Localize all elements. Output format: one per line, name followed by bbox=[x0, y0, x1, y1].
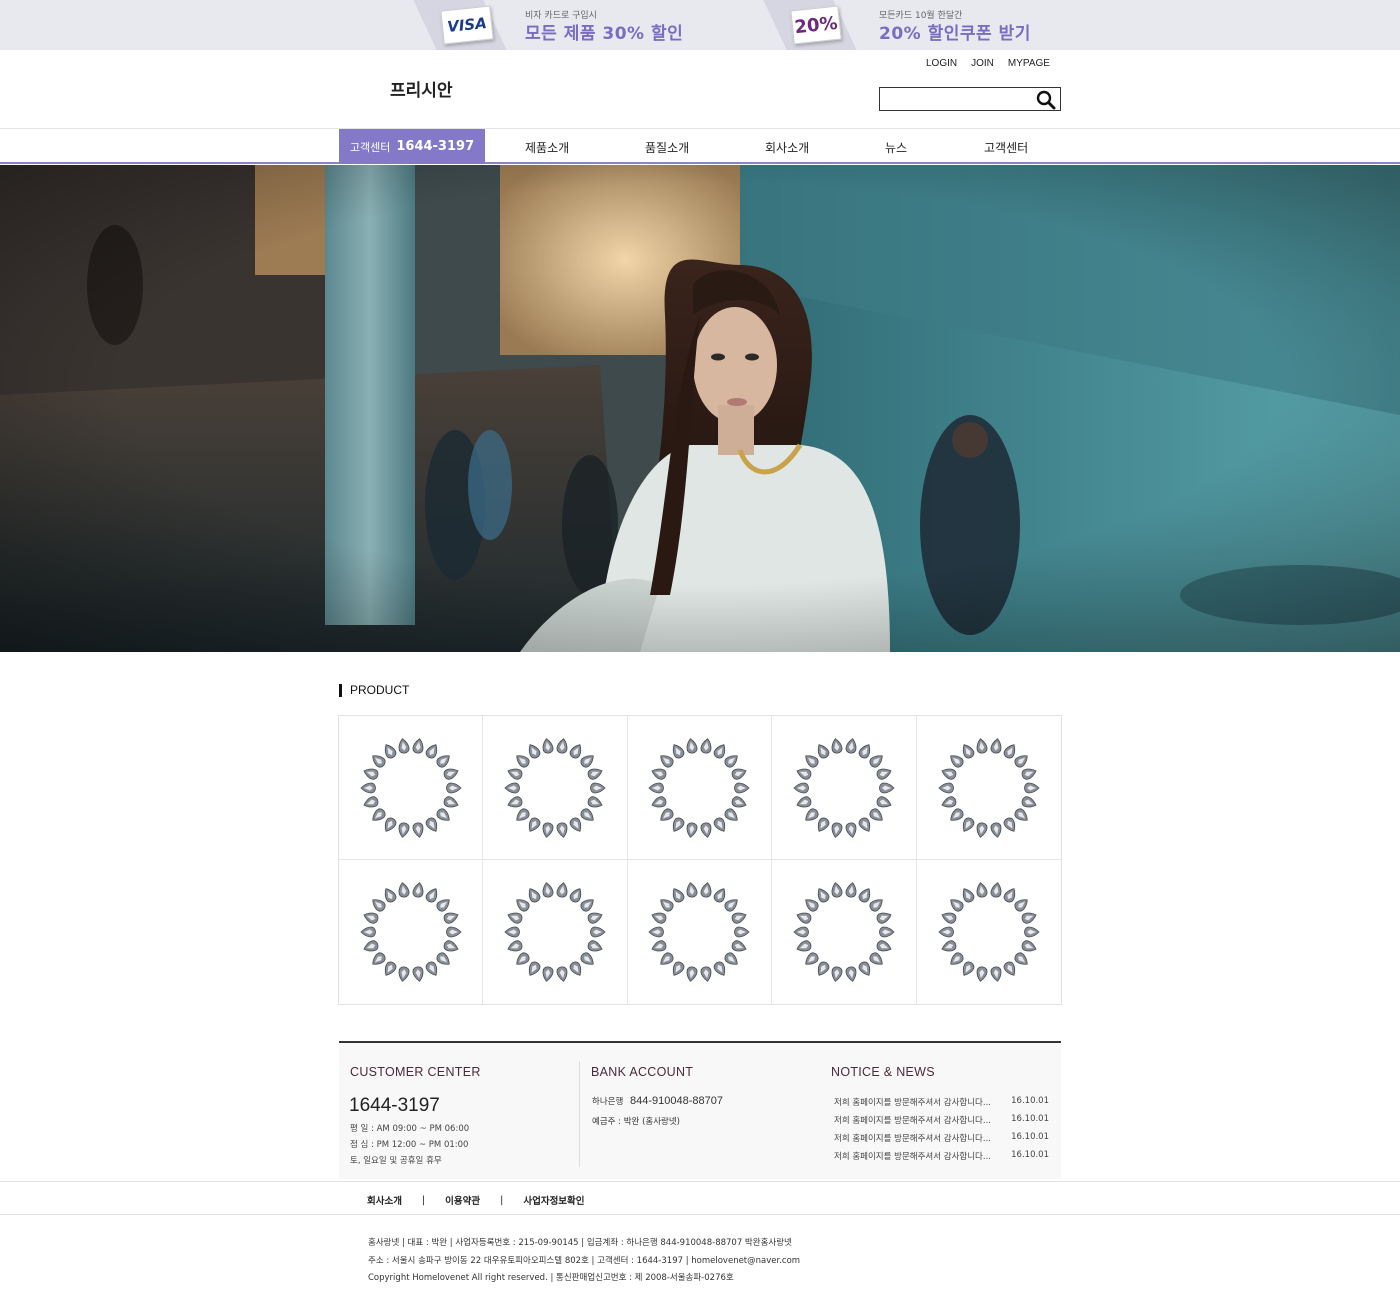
notice-news-title[interactable]: NOTICE & NEWS bbox=[831, 1065, 935, 1079]
jewel-ring-image bbox=[648, 737, 751, 838]
promo-banner[interactable]: VISA 비자 카드로 구입시 모든 제품 30% 할인 20% 모든카드 10… bbox=[0, 0, 1400, 50]
product-item[interactable] bbox=[483, 860, 628, 1004]
login-link[interactable]: LOGIN bbox=[926, 58, 957, 69]
mypage-link[interactable]: MYPAGE bbox=[1008, 58, 1050, 69]
bank-account-line: 하나은행 844-910048-88707 bbox=[592, 1095, 723, 1107]
company-info-line: 홈사랑넷 | 대표 : 박완 | 사업자등록번호 : 215-09-90145 … bbox=[368, 1238, 792, 1248]
jewel-ring-image bbox=[793, 737, 895, 838]
notice-text: 저희 홈페이지를 방문해주셔서 감사합니다... bbox=[834, 1152, 991, 1162]
product-item[interactable] bbox=[916, 716, 1061, 860]
nav-item-quality[interactable]: 품질소개 bbox=[645, 139, 689, 156]
footer-divider bbox=[0, 1181, 1400, 1182]
product-item[interactable] bbox=[339, 716, 484, 860]
account-holder: 예금주 : 박완 (홈사랑넷) bbox=[592, 1117, 680, 1127]
main-nav: 고객센터 1644-3197 제품소개 품질소개 회사소개 뉴스 고객센터 bbox=[0, 129, 1400, 164]
footer-divider bbox=[0, 1214, 1400, 1215]
footer-link-company[interactable]: 회사소개 bbox=[367, 1193, 402, 1207]
product-item[interactable] bbox=[483, 716, 628, 860]
visa-card-icon: VISA bbox=[440, 5, 494, 45]
jewel-ring-image bbox=[360, 882, 462, 982]
footer-links: 회사소개 | 이용약관 | 사업자정보확인 bbox=[367, 1193, 585, 1208]
utility-links: LOGIN JOIN MYPAGE bbox=[926, 58, 1050, 69]
footer-link-terms[interactable]: 이용약관 bbox=[445, 1193, 480, 1207]
customer-phone: 1644-3197 bbox=[349, 1095, 440, 1116]
promo-left-headline[interactable]: 모든 제품 30% 할인 bbox=[525, 19, 683, 44]
jewel-ring-image bbox=[504, 882, 606, 982]
product-item[interactable] bbox=[627, 716, 773, 860]
jewel-ring-image bbox=[793, 882, 895, 982]
notice-date: 16.10.01 bbox=[1011, 1150, 1049, 1160]
hero-banner-image bbox=[0, 165, 1400, 652]
cs-number: 1644-3197 bbox=[396, 139, 475, 154]
notice-date: 16.10.01 bbox=[1011, 1114, 1049, 1124]
hours-holiday: 토, 일요일 및 공휴일 휴무 bbox=[350, 1156, 442, 1166]
notice-item[interactable]: 저희 홈페이지를 방문해주셔서 감사합니다... 16.10.01 bbox=[834, 1114, 1049, 1126]
notice-item[interactable]: 저희 홈페이지를 방문해주셔서 감사합니다... 16.10.01 bbox=[834, 1150, 1049, 1162]
footer-separator: | bbox=[500, 1194, 504, 1206]
product-item[interactable] bbox=[917, 860, 1061, 1004]
product-item[interactable] bbox=[772, 716, 917, 860]
nav-item-company[interactable]: 회사소개 bbox=[765, 139, 809, 156]
nav-item-customer-center[interactable]: 고객센터 bbox=[984, 139, 1028, 156]
search-input[interactable] bbox=[884, 91, 1032, 107]
notice-date: 16.10.01 bbox=[1011, 1132, 1049, 1142]
nav-customer-center-badge[interactable]: 고객센터 1644-3197 bbox=[339, 129, 485, 164]
info-divider bbox=[579, 1061, 580, 1167]
product-section-title: PRODUCT bbox=[339, 684, 409, 697]
notice-item[interactable]: 저희 홈페이지를 방문해주셔서 감사합니다... 16.10.01 bbox=[834, 1096, 1049, 1108]
bank-account-number: 844-910048-88707 bbox=[629, 1095, 723, 1107]
company-info-line: 주소 : 서울시 송파구 방이동 22 대우유토피아오피스텔 802호 | 고객… bbox=[368, 1256, 801, 1266]
hours-weekday: 평 일 : AM 09:00 ~ PM 06:00 bbox=[350, 1124, 470, 1134]
join-link[interactable]: JOIN bbox=[971, 58, 994, 69]
search-icon[interactable] bbox=[1036, 90, 1056, 110]
footer-separator: | bbox=[421, 1194, 426, 1206]
notice-text: 저희 홈페이지를 방문해주셔서 감사합니다... bbox=[834, 1116, 991, 1126]
notice-text: 저희 홈페이지를 방문해주셔서 감사합니다... bbox=[834, 1134, 991, 1144]
nav-item-products[interactable]: 제품소개 bbox=[525, 139, 569, 156]
copyright-line: Copyright Homelovenet All right reserved… bbox=[368, 1273, 734, 1283]
customer-center-title: CUSTOMER CENTER bbox=[350, 1065, 481, 1079]
product-grid bbox=[338, 715, 1062, 1005]
search-box bbox=[879, 87, 1061, 111]
notice-item[interactable]: 저희 홈페이지를 방문해주셔서 감사합니다... 16.10.01 bbox=[834, 1132, 1049, 1144]
footer-link-business-info[interactable]: 사업자정보확인 bbox=[523, 1193, 584, 1207]
info-panel: CUSTOMER CENTER 1644-3197 평 일 : AM 09:00… bbox=[339, 1041, 1061, 1179]
bank-name: 하나은행 bbox=[592, 1097, 624, 1107]
nav-item-news[interactable]: 뉴스 bbox=[885, 139, 907, 156]
promo-right-headline[interactable]: 20% 할인쿠폰 받기 bbox=[879, 19, 1031, 44]
product-item[interactable] bbox=[339, 860, 484, 1004]
jewel-ring-image bbox=[504, 737, 606, 838]
bank-account-title: BANK ACCOUNT bbox=[591, 1065, 694, 1079]
percent-card-icon: 20% bbox=[790, 5, 842, 45]
jewel-ring-image bbox=[938, 882, 1040, 982]
notice-date: 16.10.01 bbox=[1011, 1096, 1049, 1106]
cs-label: 고객센터 bbox=[349, 140, 391, 154]
product-item[interactable] bbox=[772, 860, 917, 1004]
jewel-ring-image bbox=[648, 882, 751, 982]
product-item[interactable] bbox=[628, 860, 773, 1004]
notice-text: 저희 홈페이지를 방문해주셔서 감사합니다... bbox=[834, 1098, 991, 1108]
jewel-ring-image bbox=[938, 737, 1040, 838]
site-logo[interactable]: 프리시안 bbox=[390, 76, 453, 101]
jewel-ring-image bbox=[360, 737, 462, 838]
hours-lunch: 점 심 : PM 12:00 ~ PM 01:00 bbox=[350, 1140, 469, 1150]
